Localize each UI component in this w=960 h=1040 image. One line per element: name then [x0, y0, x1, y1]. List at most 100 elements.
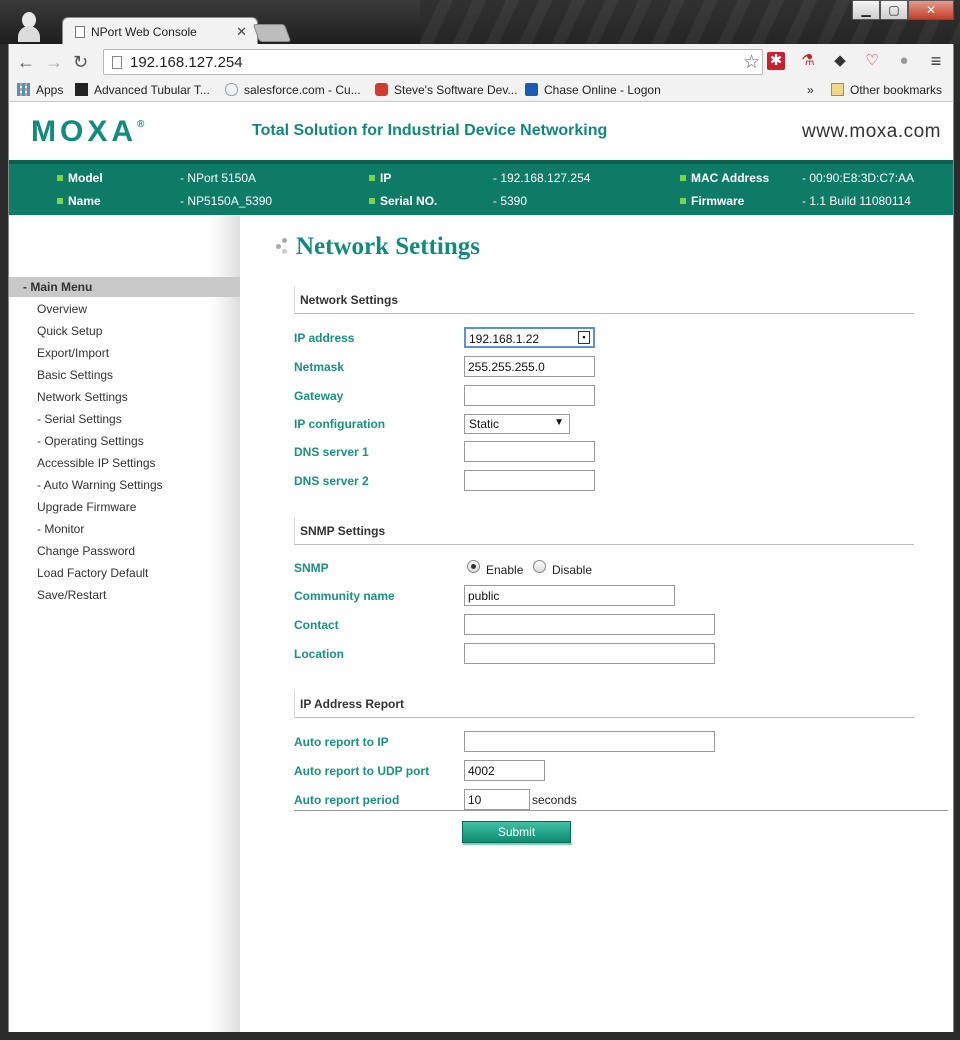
bookmark-apps[interactable]: Apps [17, 83, 63, 97]
tab-close-icon[interactable]: ✕ [236, 24, 247, 40]
site-favicon-icon [375, 83, 388, 96]
auto-report-ip-input[interactable] [464, 731, 715, 752]
model-value: - NPort 5150A [180, 171, 257, 185]
window-controls: ▁ ▢ ✕ [852, 0, 954, 20]
browser-toolbar: ← → ↻ 192.168.127.254 ☆ ✱ ⚗ ◆ ♡ ● ≡ [8, 44, 954, 80]
sidebar-item-overview[interactable]: Overview [37, 302, 87, 316]
network-extension-icon[interactable]: ⚗ [799, 52, 817, 70]
other-bookmarks-label: Other bookmarks [850, 83, 943, 97]
cloud-icon [225, 83, 238, 96]
mac-label: MAC Address [680, 171, 769, 185]
bookmark-label: Steve's Software Dev... [394, 83, 518, 97]
sidebar-item-accessible-ip[interactable]: Accessible IP Settings [37, 456, 156, 470]
sidebar: - Main Menu Overview Quick Setup Export/… [9, 215, 240, 1032]
bookmark-chase[interactable]: Chase Online - Logon [525, 83, 661, 97]
snmp-disable-label: Disable [552, 563, 593, 577]
divider [294, 810, 948, 811]
sidebar-item-serial-settings[interactable]: - Serial Settings [37, 412, 122, 426]
web-page: MOXA® Total Solution for Industrial Devi… [8, 102, 954, 1032]
location-input[interactable] [464, 643, 715, 664]
submit-button[interactable]: Submit [462, 821, 572, 845]
bookmarks-bar: Apps Advanced Tubular T... salesforce.co… [8, 80, 954, 102]
ip-address-value: 192.168.1.22 [469, 332, 540, 346]
address-bar[interactable]: 192.168.127.254 ☆ [103, 49, 763, 75]
bookmark-steves-software[interactable]: Steve's Software Dev... [375, 83, 517, 97]
firmware-value: - 1.1 Build 11080114 [802, 194, 911, 208]
sidebar-item-export-import[interactable]: Export/Import [37, 346, 109, 360]
evernote-extension-icon[interactable]: ◆ [831, 52, 849, 70]
moxa-logo: MOXA® [31, 115, 145, 148]
browser-tab[interactable]: NPort Web Console ✕ [62, 17, 258, 45]
chat-extension-icon[interactable]: ● [895, 52, 913, 70]
sidebar-item-quick-setup[interactable]: Quick Setup [37, 324, 102, 338]
forward-arrow-icon[interactable]: → [45, 52, 63, 73]
heart-extension-icon[interactable]: ♡ [863, 52, 881, 70]
window-titlebar: NPort Web Console ✕ ▁ ▢ ✕ [0, 0, 960, 45]
sidebar-item-auto-warning[interactable]: - Auto Warning Settings [37, 478, 163, 492]
snmp-label: SNMP [294, 561, 329, 575]
sidebar-item-upgrade-firmware[interactable]: Upgrade Firmware [37, 500, 136, 514]
snmp-disable-radio[interactable] [533, 560, 546, 573]
bookmarks-overflow-button[interactable]: » [807, 83, 814, 97]
autofill-key-icon[interactable]: ▪ [578, 331, 590, 344]
snmp-settings-heading: SNMP Settings [294, 517, 914, 545]
community-name-input[interactable]: public [464, 585, 675, 606]
page-icon [75, 26, 85, 38]
folder-icon [831, 83, 844, 96]
dns2-input[interactable] [464, 470, 595, 491]
sidebar-item-basic-settings[interactable]: Basic Settings [37, 368, 113, 382]
maximize-button[interactable]: ▢ [880, 0, 908, 20]
minimize-button[interactable]: ▁ [852, 0, 880, 20]
site-favicon-icon [75, 83, 88, 96]
url-text[interactable]: 192.168.127.254 [130, 54, 243, 71]
page-icon [112, 56, 122, 69]
sidebar-item-load-factory-default[interactable]: Load Factory Default [37, 566, 148, 580]
snmp-enable-radio[interactable] [467, 560, 480, 573]
lastpass-extension-icon[interactable]: ✱ [767, 52, 785, 70]
ip-address-label: IP address [294, 331, 355, 345]
sidebar-item-operating-settings[interactable]: - Operating Settings [37, 434, 144, 448]
contact-input[interactable] [464, 614, 715, 635]
menu-icon[interactable]: ≡ [927, 52, 945, 70]
other-bookmarks[interactable]: Other bookmarks [831, 83, 942, 97]
bookmark-advanced-tubular[interactable]: Advanced Tubular T... [75, 83, 210, 97]
device-info-bar: Model - NPort 5150A Name - NP5150A_5390 … [9, 160, 953, 215]
network-settings-heading: Network Settings [294, 286, 914, 314]
site-url: www.moxa.com [801, 121, 941, 142]
dns1-label: DNS server 1 [294, 445, 369, 459]
auto-report-period-input[interactable]: 10 [464, 789, 530, 810]
main-menu-heading[interactable]: - Main Menu [9, 277, 240, 297]
ip-configuration-label: IP configuration [294, 417, 386, 431]
ip-label: IP [369, 171, 391, 185]
title-dots-icon [276, 238, 294, 256]
profile-avatar-icon[interactable] [18, 12, 40, 42]
sidebar-item-save-restart[interactable]: Save/Restart [37, 588, 106, 602]
sidebar-item-change-password[interactable]: Change Password [37, 544, 135, 558]
page-header: MOXA® Total Solution for Industrial Devi… [9, 102, 953, 160]
netmask-label: Netmask [294, 360, 345, 374]
serial-label: Serial NO. [369, 194, 437, 208]
dns1-input[interactable] [464, 441, 595, 462]
netmask-input[interactable]: 255.255.255.0 [464, 356, 595, 377]
reload-icon[interactable]: ↻ [73, 52, 88, 73]
sidebar-item-network-settings[interactable]: Network Settings [37, 390, 128, 404]
back-arrow-icon[interactable]: ← [17, 52, 35, 73]
bookmark-salesforce[interactable]: salesforce.com - Cu... [225, 83, 361, 97]
period-unit: seconds [532, 793, 577, 807]
new-tab-button[interactable] [252, 24, 292, 42]
close-window-button[interactable]: ✕ [908, 0, 954, 20]
auto-report-udp-input[interactable]: 4002 [464, 760, 545, 781]
ip-address-input[interactable]: 192.168.1.22 ▪ [464, 327, 595, 348]
location-label: Location [294, 647, 344, 661]
name-label: Name [57, 194, 101, 208]
ip-configuration-value: Static [469, 417, 500, 431]
gateway-input[interactable] [464, 385, 595, 406]
bookmark-star-icon[interactable]: ☆ [743, 51, 760, 74]
dns2-label: DNS server 2 [294, 474, 369, 488]
model-label: Model [57, 171, 103, 185]
ip-configuration-select[interactable]: Static ▼ [464, 414, 570, 434]
auto-report-ip-label: Auto report to IP [294, 735, 389, 749]
sidebar-item-monitor[interactable]: - Monitor [37, 522, 84, 536]
ip-value: - 192.168.127.254 [493, 171, 591, 185]
chevron-down-icon: ▼ [554, 417, 564, 428]
